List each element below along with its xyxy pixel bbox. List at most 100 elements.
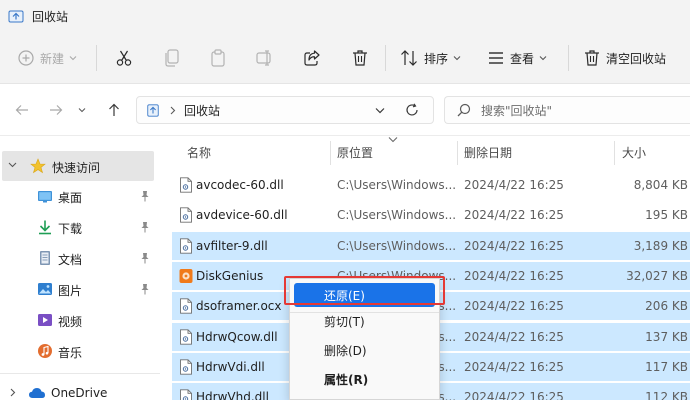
context-menu-cut[interactable]: 剪切(T) [294, 309, 435, 333]
view-list-icon [489, 52, 503, 64]
file-name: avdevice-60.dll [196, 208, 288, 223]
column-header-name[interactable]: 名称 [187, 137, 211, 167]
up-button[interactable] [102, 98, 126, 122]
file-name: HdrwQcow.dll [196, 329, 278, 344]
file-size: 3,189 KB [633, 238, 688, 253]
title-bar: 回收站 [0, 0, 690, 32]
file-size: 195 KB [645, 208, 688, 223]
recent-locations-button[interactable] [74, 98, 90, 122]
nav-item-label: 文档 [58, 253, 83, 267]
file-size: 137 KB [645, 329, 688, 344]
share-button[interactable] [300, 32, 324, 84]
document-icon [40, 251, 50, 265]
column-header-deleted-date[interactable]: 删除日期 [464, 137, 512, 167]
file-name: DiskGenius [196, 268, 264, 283]
refresh-button[interactable] [400, 100, 424, 120]
file-name: HdrwVhd.dll [196, 390, 269, 400]
toolbar-divider [385, 45, 386, 71]
context-menu-properties[interactable]: 属性(R) [294, 367, 435, 391]
paste-icon [211, 49, 225, 67]
desktop-icon [38, 191, 52, 203]
nav-item-desktop[interactable]: 桌面 [0, 181, 156, 211]
toolbar-divider [568, 45, 569, 71]
chevron-right-icon [10, 388, 16, 397]
column-divider[interactable] [457, 141, 458, 165]
nav-item-label: 桌面 [58, 191, 83, 205]
sort-button[interactable]: 排序 [400, 32, 461, 84]
sort-label: 排序 [424, 51, 449, 66]
arrow-right-icon [50, 105, 63, 115]
address-history-button[interactable] [368, 102, 392, 118]
arrow-up-icon [109, 103, 119, 116]
chevron-right-icon [170, 106, 176, 114]
new-label: 新建 [40, 51, 65, 66]
column-divider[interactable] [330, 141, 331, 165]
pin-icon [141, 284, 149, 295]
rename-button[interactable] [253, 32, 277, 84]
column-header-label: 原位置 [337, 145, 374, 160]
nav-quick-access[interactable]: 快速访问 [2, 151, 154, 181]
download-icon [39, 220, 51, 235]
column-divider[interactable] [614, 141, 615, 165]
file-row[interactable]: avcodec-60.dll C:\Users\Windows... 2024/4/… [172, 171, 690, 199]
nav-item-label: 视频 [58, 315, 83, 329]
file-name: dsoframer.ocx [196, 299, 282, 314]
window-title: 回收站 [32, 9, 69, 24]
nav-item-onedrive[interactable]: OneDrive [0, 378, 156, 400]
dll-file-icon [180, 389, 192, 400]
sort-indicator-icon [388, 137, 398, 143]
nav-onedrive-label: OneDrive [51, 386, 108, 400]
column-header-location[interactable]: 原位置 [337, 137, 373, 167]
back-button[interactable] [10, 98, 34, 122]
nav-item-downloads[interactable]: 下载 [0, 212, 156, 242]
file-deleted-date: 2024/4/22 16:25 [464, 329, 564, 344]
file-row[interactable]: avfilter-9.dll C:\Users\Windows... 2024/4/… [172, 231, 690, 260]
file-row[interactable]: avdevice-60.dll C:\Users\Windows... 2024/4… [172, 201, 690, 229]
nav-divider [0, 373, 160, 374]
recycle-bin-icon [147, 104, 159, 117]
share-icon [304, 50, 320, 66]
file-size: 8,804 KB [633, 178, 688, 192]
nav-item-music[interactable]: 音乐 [0, 336, 156, 366]
new-button[interactable]: 新建 [18, 32, 77, 84]
chevron-down-icon [453, 56, 461, 61]
context-menu-delete[interactable]: 删除(D) [294, 338, 435, 362]
picture-icon [38, 283, 52, 295]
recycle-bin-icon [8, 10, 24, 23]
view-button[interactable]: 查看 [488, 32, 547, 84]
star-icon [30, 158, 46, 174]
chevron-down-icon [375, 107, 385, 113]
column-header-label: 大小 [622, 145, 647, 160]
empty-recycle-bin-label: 清空回收站 [606, 51, 667, 66]
nav-item-label: 下载 [58, 222, 83, 236]
copy-button[interactable] [160, 32, 184, 84]
dll-file-icon [180, 177, 192, 193]
nav-quick-access-label: 快速访问 [52, 161, 101, 175]
forward-button[interactable] [44, 98, 68, 122]
column-header-label: 名称 [187, 145, 212, 160]
file-deleted-date: 2024/4/22 16:25 [464, 208, 564, 223]
command-bar: 新建 排序 查看 清空回收站 [0, 32, 690, 84]
plus-circle-icon [18, 50, 34, 66]
nav-item-documents[interactable]: 文档 [0, 243, 156, 273]
paste-button[interactable] [206, 32, 230, 84]
empty-recycle-bin-button[interactable]: 清空回收站 [584, 32, 666, 84]
delete-button[interactable] [348, 32, 372, 84]
search-input[interactable]: 搜索"回收站" [444, 96, 690, 124]
cut-button[interactable] [112, 32, 136, 84]
file-size: 32,027 KB [626, 268, 688, 283]
dll-file-icon [180, 207, 192, 223]
file-name: avcodec-60.dll [196, 178, 284, 192]
cloud-icon [29, 388, 45, 398]
pin-icon [141, 191, 149, 202]
scissors-icon [116, 50, 132, 66]
chevron-down-icon [69, 56, 77, 61]
nav-item-videos[interactable]: 视频 [0, 305, 156, 335]
search-icon [457, 103, 471, 117]
nav-item-label: 图片 [58, 284, 83, 298]
file-original-location: C:\Users\Windows... [337, 208, 457, 223]
column-header-size[interactable]: 大小 [622, 137, 646, 167]
dll-file-icon [180, 328, 192, 345]
breadcrumb-recycle-bin[interactable]: 回收站 [184, 102, 220, 119]
nav-item-pictures[interactable]: 图片 [0, 274, 156, 304]
